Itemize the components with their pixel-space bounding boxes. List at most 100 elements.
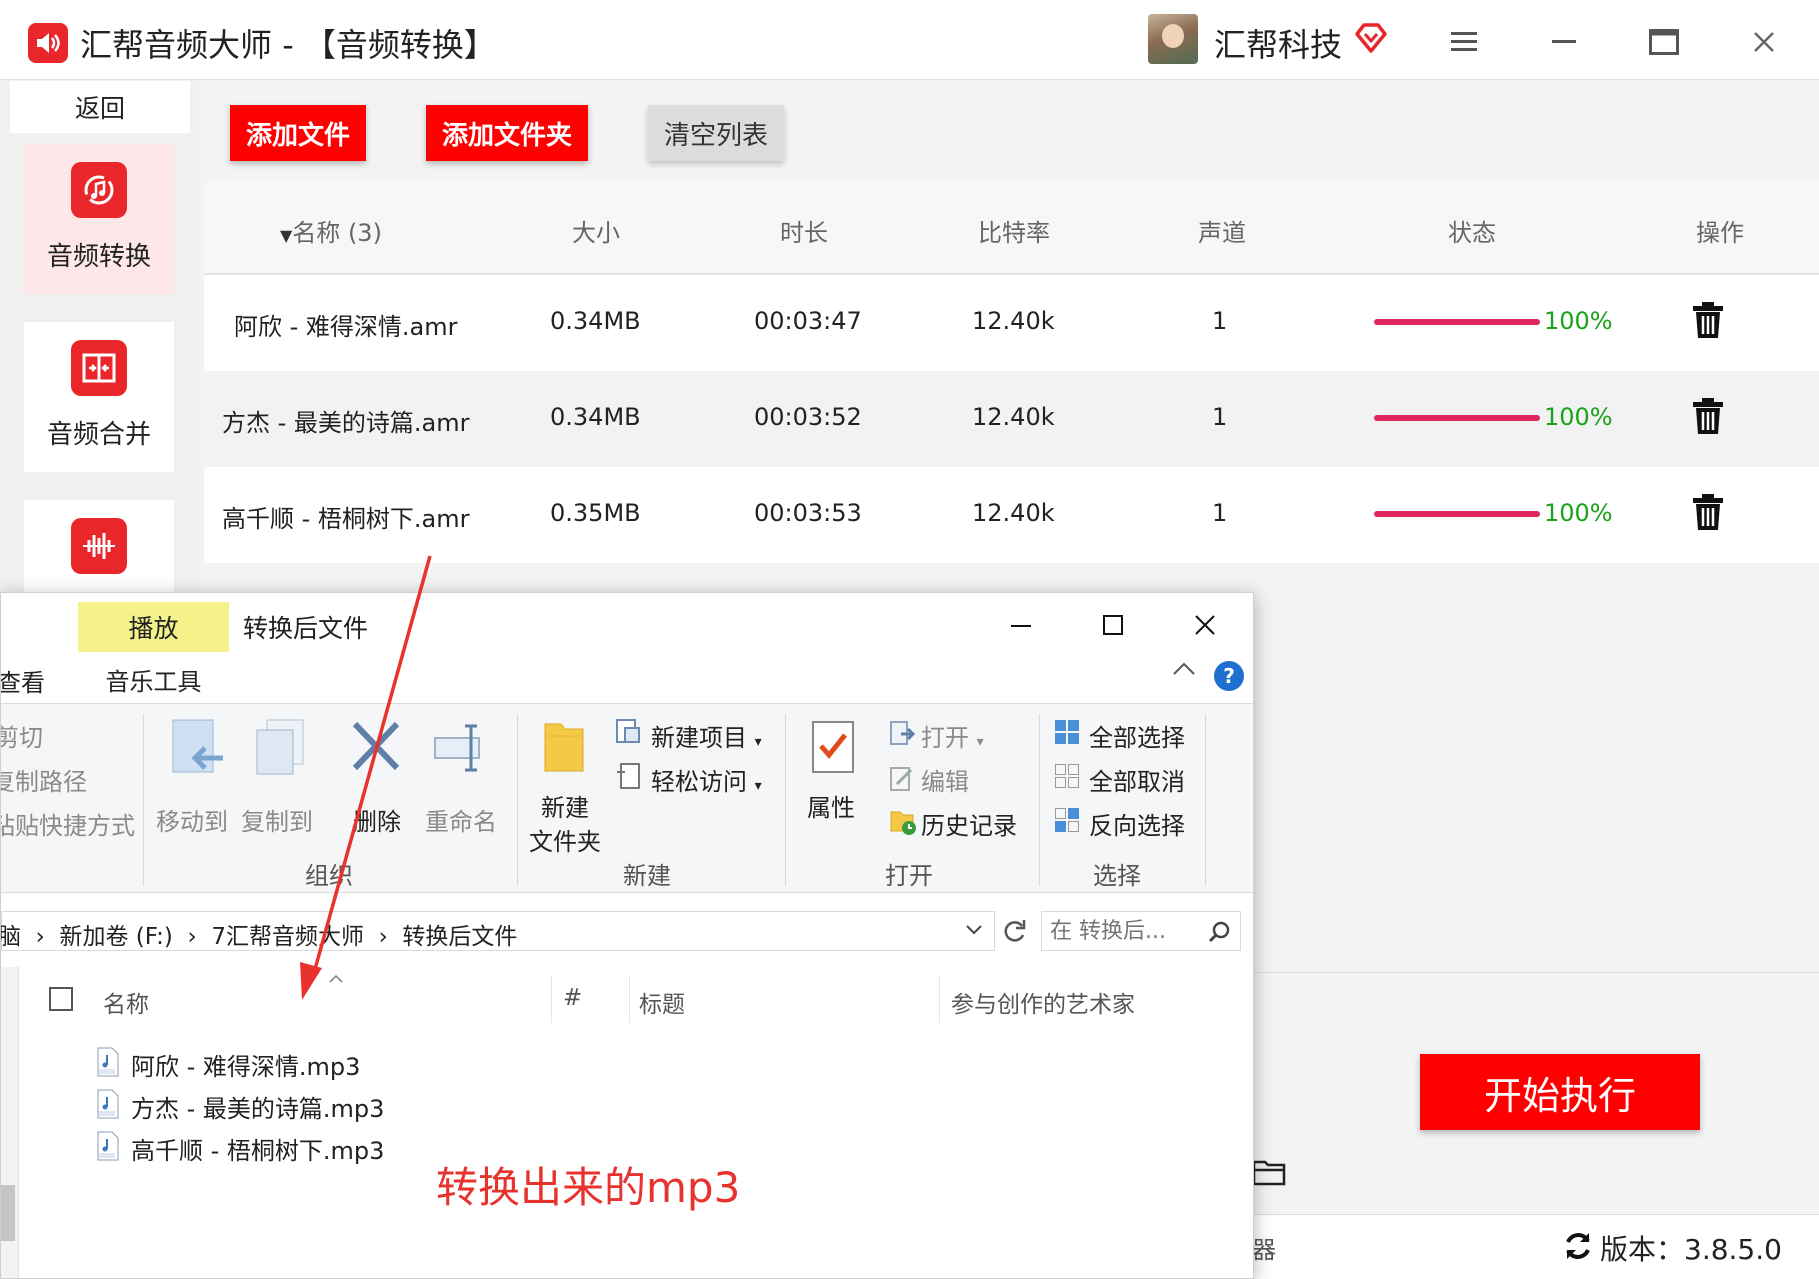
menu-button[interactable]	[1442, 20, 1486, 64]
column-header-name[interactable]: 名称	[103, 985, 149, 1019]
close-icon	[1754, 32, 1774, 52]
copy-to-button[interactable]: 复制到	[241, 802, 313, 837]
tab-play[interactable]: 播放	[78, 602, 229, 652]
file-table: ▼名称 (3) 大小 时长 比特率 声道 状态 操作 阿欣 - 难得深情.amr…	[204, 181, 1819, 563]
new-folder-button-line2[interactable]: 文件夹	[529, 822, 601, 857]
table-row[interactable]: 高千顺 - 梧桐树下.amr 0.35MB 00:03:53 12.40k 1 …	[204, 467, 1819, 563]
column-divider[interactable]	[939, 975, 940, 1023]
delete-trash-icon[interactable]	[1692, 397, 1724, 439]
rename-icon	[431, 718, 491, 782]
close-button[interactable]	[1742, 20, 1786, 64]
file-list-header: 名称 # 标题 参与创作的艺术家	[19, 967, 1253, 1027]
column-divider[interactable]	[551, 975, 552, 1023]
history-button[interactable]: 历史记录	[921, 806, 1017, 841]
sidebar-item-label: 音频合并	[46, 420, 151, 450]
file-duration: 00:03:52	[754, 403, 862, 431]
rename-button[interactable]: 重命名	[425, 802, 497, 837]
column-header-channels[interactable]: 声道	[1198, 213, 1246, 248]
navigation-pane[interactable]	[1, 967, 19, 1278]
chevron-down-icon[interactable]	[964, 922, 984, 941]
add-file-button[interactable]: 添加文件	[230, 105, 366, 161]
invert-selection-button[interactable]: 反向选择	[1089, 806, 1185, 841]
vip-diamond-icon[interactable]	[1354, 20, 1388, 58]
select-all-checkbox[interactable]	[49, 987, 73, 1011]
column-header-bitrate[interactable]: 比特率	[978, 213, 1050, 248]
sidebar-item-audio-convert[interactable]: 音频转换	[24, 144, 174, 294]
column-header-duration[interactable]: 时长	[780, 213, 828, 248]
open-icon	[889, 720, 916, 752]
copy-path-button[interactable]: 复制路径	[1, 762, 87, 797]
column-header-name[interactable]: ▼名称 (3)	[280, 213, 382, 248]
ribbon-separator	[143, 714, 144, 886]
annotation-text: 转换出来的mp3	[436, 1163, 741, 1212]
open-button[interactable]: 打开 ▾	[921, 718, 984, 753]
column-header-artist[interactable]: 参与创作的艺术家	[951, 985, 1135, 1019]
avatar[interactable]	[1148, 14, 1198, 64]
file-channels: 1	[1212, 499, 1228, 527]
tab-music-tools[interactable]: 音乐工具	[78, 655, 229, 703]
address-bar[interactable]: 脑 › 新加卷 (F:) › 7汇帮音频大师 › 转换后文件	[1, 911, 995, 951]
search-icon[interactable]	[1208, 920, 1232, 948]
search-box[interactable]	[1041, 911, 1241, 951]
file-bitrate: 12.40k	[972, 307, 1055, 335]
column-header-action: 操作	[1696, 219, 1744, 247]
search-input[interactable]	[1050, 916, 1200, 946]
delete-trash-icon[interactable]	[1692, 493, 1724, 535]
progress-bar	[1374, 511, 1540, 517]
refresh-icon[interactable]	[1001, 917, 1027, 949]
breadcrumb[interactable]: 脑 › 新加卷 (F:) › 7汇帮音频大师 › 转换后文件	[1, 917, 517, 951]
column-header-size[interactable]: 大小	[572, 213, 620, 248]
start-button[interactable]: 开始执行	[1420, 1054, 1700, 1130]
explorer-maximize-button[interactable]	[1093, 605, 1133, 645]
maximize-button[interactable]	[1642, 20, 1686, 64]
explorer-minimize-button[interactable]	[1001, 605, 1041, 645]
ribbon-separator	[517, 714, 518, 886]
cut-button[interactable]: 剪切	[1, 718, 43, 753]
progress-bar	[1374, 415, 1540, 421]
minimize-button[interactable]	[1542, 20, 1586, 64]
new-item-button[interactable]: 新建项目 ▾	[651, 718, 762, 753]
open-folder-icon[interactable]	[1252, 1156, 1288, 1190]
column-header-title[interactable]: 标题	[639, 985, 685, 1019]
file-name: 阿欣 - 难得深情.amr	[234, 313, 458, 341]
clear-list-button[interactable]: 清空列表	[648, 105, 784, 161]
tab-view[interactable]: 查看	[1, 663, 45, 698]
explorer-close-button[interactable]	[1185, 605, 1225, 645]
easy-access-icon	[615, 762, 643, 794]
move-to-button[interactable]: 移动到	[156, 802, 228, 837]
table-row[interactable]: 阿欣 - 难得深情.amr 0.34MB 00:03:47 12.40k 1 1…	[204, 275, 1819, 371]
select-all-button[interactable]: 全部选择	[1089, 718, 1185, 753]
new-folder-button[interactable]: 新建	[541, 788, 589, 823]
audio-convert-icon	[71, 162, 127, 218]
table-row[interactable]: 方杰 - 最美的诗篇.amr 0.34MB 00:03:52 12.40k 1 …	[204, 371, 1819, 467]
progress-percent: 100%	[1544, 499, 1613, 527]
delete-button[interactable]: 删除	[353, 802, 401, 837]
progress-percent: 100%	[1544, 307, 1613, 335]
scrollbar-thumb[interactable]	[1, 1185, 15, 1241]
properties-button[interactable]: 属性	[807, 788, 855, 823]
sidebar-item-audio-merge[interactable]: 音频合并	[24, 322, 174, 472]
paste-shortcut-button[interactable]: 粘贴快捷方式	[1, 806, 135, 841]
back-button[interactable]: 返回	[10, 81, 190, 133]
add-folder-button[interactable]: 添加文件夹	[426, 105, 588, 161]
file-name: 高千顺 - 梧桐树下.amr	[222, 505, 470, 533]
select-none-button[interactable]: 全部取消	[1089, 762, 1185, 797]
collapse-ribbon-icon[interactable]	[1171, 659, 1197, 681]
update-refresh-icon[interactable]	[1562, 1230, 1594, 1266]
ribbon-separator	[1039, 714, 1040, 886]
column-divider[interactable]	[629, 975, 630, 1023]
copy-to-icon	[253, 718, 309, 782]
version-label: 版本：3.8.5.0	[1600, 1233, 1782, 1266]
delete-trash-icon[interactable]	[1692, 301, 1724, 343]
edit-button[interactable]: 编辑	[921, 762, 969, 797]
select-none-icon	[1053, 762, 1081, 794]
progress-percent: 100%	[1544, 403, 1613, 431]
group-label-open: 打开	[885, 862, 933, 890]
easy-access-button[interactable]: 轻松访问 ▾	[651, 762, 762, 797]
edit-icon	[889, 764, 915, 796]
dropdown-caret-icon: ▾	[754, 778, 762, 794]
column-header-number[interactable]: #	[563, 985, 582, 1011]
ribbon-separator	[1205, 714, 1206, 886]
file-bitrate: 12.40k	[972, 499, 1055, 527]
help-button[interactable]: ?	[1214, 661, 1244, 691]
